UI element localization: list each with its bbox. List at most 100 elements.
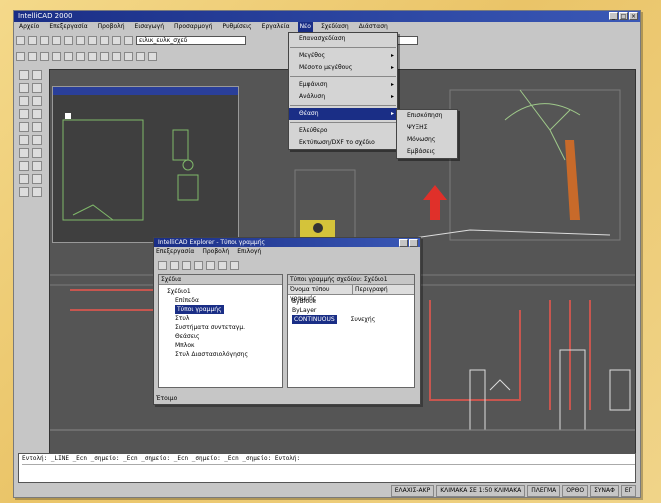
minimize-button[interactable]: _ [609,12,618,20]
tree-item-dimstyles[interactable]: Στυλ Διαστασιολόγησης [167,350,282,359]
explorer-menu-view[interactable]: Προβολή [202,247,229,257]
spline-icon[interactable] [32,109,42,119]
polyline-icon[interactable] [32,70,42,80]
copy-icon[interactable] [76,35,85,45]
erase-icon[interactable] [19,187,29,197]
menu-insert[interactable]: Εισαγωγή [133,22,167,32]
arc-icon[interactable] [19,83,29,93]
properties-icon[interactable] [124,51,133,61]
explorer-close-button[interactable] [409,239,418,247]
text-icon[interactable] [148,51,157,61]
zoom-all-icon[interactable] [64,51,73,61]
menu-dimension[interactable]: Διάσταση [357,22,390,32]
column-linetype-name[interactable]: Όνομα τύπου γραμμής [288,285,353,302]
explorer-new-icon[interactable] [158,260,167,270]
menu-draw[interactable]: Σχεδίαση [319,22,351,32]
fillet-icon[interactable] [32,174,42,184]
status-scale[interactable]: ΚΛΙΜΑΚΑ ΣΕ 1:50 ΚΛΙΜΑΚΑ [436,485,526,497]
explorer-check-icon[interactable] [170,260,179,270]
line-icon[interactable] [19,70,29,80]
explorer-menu-edit[interactable]: Επεξεργασία [156,247,194,257]
command-prompt-input[interactable] [22,464,635,474]
zoom-window-icon[interactable] [52,51,61,61]
open-icon[interactable] [28,35,37,45]
tree-item-drawing[interactable]: Σχέδιο1 [167,287,282,296]
menu-item-size[interactable]: Μεγέθος ▸ [289,50,397,62]
tree-item-views[interactable]: Θεάσεις [167,332,282,341]
explorer-paste-icon[interactable] [194,260,203,270]
rotate-icon[interactable] [32,135,42,145]
redo-icon[interactable] [112,35,121,45]
ortho-icon[interactable] [112,51,121,61]
polygon-icon[interactable] [32,96,42,106]
grid-icon[interactable] [88,51,97,61]
new-icon[interactable] [16,35,25,45]
menu-new[interactable]: Νέο [297,22,313,32]
menu-item-free[interactable]: Ελεύθερο [289,125,397,137]
point-icon[interactable] [19,122,29,132]
extend-icon[interactable] [32,161,42,171]
explorer-minimize-button[interactable] [399,239,408,247]
status-eg[interactable]: ΕΓ [620,485,636,497]
menu-customize[interactable]: Προσαρμογή [172,22,214,32]
list-row-continuous[interactable]: CONTINUOUS Συνεχής [292,315,414,324]
explorer-properties-icon[interactable] [218,260,227,270]
explorer-copy-icon[interactable] [182,260,191,270]
tree-item-styles[interactable]: Στυλ [167,314,282,323]
command-line[interactable]: Εντολή: _LINE _Ecn _σημείο: _Ecn _σημείο… [18,453,636,483]
snap-icon[interactable] [100,51,109,61]
submenu-item-overview[interactable]: Επισκόπηση [397,110,457,122]
submenu-item-areas[interactable]: Εμβάσεις [397,146,457,158]
explorer-menu-select[interactable]: Επιλογή [237,247,261,257]
redraw-icon[interactable] [76,51,85,61]
submenu-item-cooling[interactable]: ΨΥΞΗΣ [397,122,457,134]
cut-icon[interactable] [64,35,73,45]
menu-item-export-dxf[interactable]: Εκτύπωση/DXF το σχέδιο [289,137,397,149]
layer-icon[interactable] [124,35,133,45]
paste-icon[interactable] [88,35,97,45]
menu-tools[interactable]: Εργαλεία [260,22,292,32]
tree-item-ucs[interactable]: Συστήματα συντεταγμ. [167,323,282,332]
mirror-icon[interactable] [32,148,42,158]
scale-icon[interactable] [19,148,29,158]
menu-item-mid-size[interactable]: Μέσοτο μεγέθους ▸ [289,62,397,74]
menu-item-viewport[interactable]: Θέαση ▸ [289,108,397,120]
status-ortho[interactable]: ΟΡΘΟ [562,485,589,497]
maximize-button[interactable]: □ [619,12,628,20]
status-min-max[interactable]: ΕΛΑΧΙΣ-ΑΚΡ [390,485,435,497]
column-description[interactable]: Περιγραφή [353,285,388,294]
pan-icon[interactable] [40,51,49,61]
zoom-in-icon[interactable] [16,51,25,61]
offset-icon[interactable] [19,174,29,184]
explode-icon[interactable] [32,187,42,197]
ellipse-icon[interactable] [19,109,29,119]
list-row-byblock[interactable]: ByBlock [292,297,414,306]
layer-select[interactable]: ειλικ_ευλκ_σχεδ [136,35,246,45]
hatch-icon[interactable] [32,122,42,132]
rectangle-icon[interactable] [19,96,29,106]
trim-icon[interactable] [19,161,29,171]
circle-icon[interactable] [32,83,42,93]
menu-item-display[interactable]: Εμφάνιση ▸ [289,79,397,91]
tree-item-linetypes[interactable]: Τύποι γραμμής [175,305,224,314]
status-snap[interactable]: ΣΥΝΑΦ [590,485,619,497]
menu-item-analysis[interactable]: Ανάλυση ▸ [289,91,397,103]
menu-view[interactable]: Προβολή [96,22,127,32]
menu-settings[interactable]: Ρυθμίσεις [220,22,253,32]
undo-icon[interactable] [100,35,109,45]
submenu-item-insulation[interactable]: Μόνωσης [397,134,457,146]
measure-icon[interactable] [136,51,145,61]
save-icon[interactable] [40,35,49,45]
close-button[interactable]: × [629,12,638,20]
explorer-delete-icon[interactable] [206,260,215,270]
drawing-subwindow[interactable] [52,86,239,243]
menu-item-redraw[interactable]: Επανασχεδίαση [289,33,397,45]
menu-edit[interactable]: Επεξεργασία [47,22,89,32]
move-icon[interactable] [19,135,29,145]
tree-item-layers[interactable]: Επίπεδα [167,296,282,305]
menu-file[interactable]: Αρχείο [17,22,41,32]
zoom-out-icon[interactable] [28,51,37,61]
tree-item-blocks[interactable]: Μπλοκ [167,341,282,350]
explorer-purge-icon[interactable] [230,260,239,270]
status-grid[interactable]: ΠΛΕΓΜΑ [527,485,561,497]
